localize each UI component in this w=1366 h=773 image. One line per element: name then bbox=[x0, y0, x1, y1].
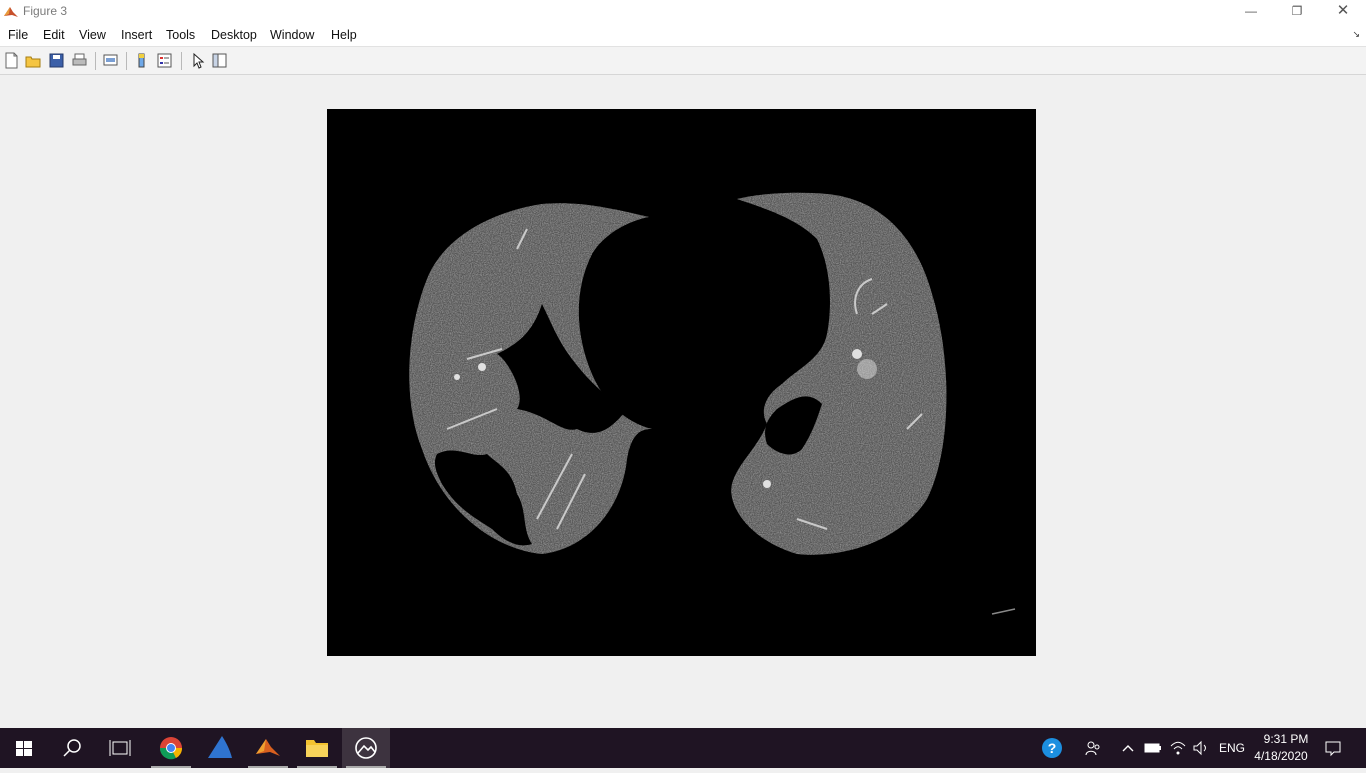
photos-icon bbox=[355, 737, 377, 759]
people-icon[interactable] bbox=[1084, 739, 1102, 757]
menu-tools[interactable]: Tools bbox=[166, 28, 195, 42]
wifi-icon[interactable] bbox=[1169, 740, 1187, 756]
edit-plot-pointer-icon[interactable] bbox=[189, 52, 206, 69]
artifact-mark bbox=[991, 608, 1016, 615]
start-button[interactable] bbox=[0, 728, 48, 768]
clock-time: 9:31 PM bbox=[1263, 732, 1309, 746]
toolbar-separator bbox=[95, 52, 96, 70]
menu-view[interactable]: View bbox=[79, 28, 106, 42]
close-icon: ✕ bbox=[1336, 2, 1350, 19]
matlab-logo-icon bbox=[4, 7, 18, 17]
photos-app[interactable] bbox=[342, 728, 390, 768]
menu-file[interactable]: File bbox=[8, 28, 28, 42]
title-bar: Figure 3 — ❐ ✕ bbox=[0, 0, 1366, 24]
notification-center-icon[interactable] bbox=[1324, 739, 1342, 757]
menu-desktop[interactable]: Desktop bbox=[211, 28, 257, 42]
search-icon bbox=[63, 739, 81, 757]
file-explorer-icon bbox=[306, 740, 328, 757]
menu-insert[interactable]: Insert bbox=[121, 28, 152, 42]
help-icon[interactable]: ? bbox=[1041, 737, 1063, 759]
colorbar-icon[interactable] bbox=[133, 52, 150, 69]
minimize-button[interactable]: — bbox=[1228, 0, 1274, 24]
minimize-icon: — bbox=[1245, 4, 1257, 18]
toolbar-separator bbox=[181, 52, 182, 70]
close-button[interactable]: ✕ bbox=[1320, 0, 1366, 24]
show-hidden-icons-icon[interactable] bbox=[1121, 742, 1135, 754]
svg-text:?: ? bbox=[1048, 740, 1057, 756]
chrome-icon bbox=[159, 737, 183, 760]
toolbar-separator bbox=[126, 52, 127, 70]
ct-lung-image bbox=[409, 192, 1016, 615]
matlab-icon bbox=[256, 739, 280, 756]
language-indicator[interactable]: ENG bbox=[1219, 728, 1245, 768]
menu-help[interactable]: Help bbox=[331, 28, 357, 42]
image-axes[interactable] bbox=[327, 109, 1036, 656]
link-plot-icon[interactable] bbox=[102, 52, 119, 69]
start-icon bbox=[16, 741, 32, 756]
property-inspector-icon[interactable] bbox=[211, 52, 228, 69]
clock-date: 4/18/2020 bbox=[1254, 749, 1308, 763]
save-icon[interactable] bbox=[48, 52, 65, 69]
app-shark-icon bbox=[208, 736, 232, 758]
menu-window[interactable]: Window bbox=[270, 28, 314, 42]
menu-edit[interactable]: Edit bbox=[43, 28, 65, 42]
legend-icon[interactable] bbox=[156, 52, 173, 69]
restore-button[interactable]: ❐ bbox=[1274, 0, 1320, 24]
file-explorer-app[interactable] bbox=[293, 728, 341, 768]
dock-figure-icon[interactable]: ↘ bbox=[1352, 29, 1360, 40]
search-button[interactable] bbox=[48, 728, 96, 768]
task-view-button[interactable] bbox=[96, 728, 144, 768]
menu-bar: File Edit View Insert Tools Desktop Wind… bbox=[0, 24, 1366, 47]
battery-icon[interactable] bbox=[1144, 741, 1162, 755]
taskbar: ? ENG 9:31 PM 4/18/2020 bbox=[0, 728, 1366, 768]
matlab-app[interactable] bbox=[244, 728, 292, 768]
print-icon[interactable] bbox=[71, 52, 88, 69]
shark-app[interactable] bbox=[196, 728, 244, 768]
figure-toolbar bbox=[0, 47, 1366, 75]
open-file-icon[interactable] bbox=[25, 52, 42, 69]
task-view-icon bbox=[109, 740, 131, 756]
restore-icon: ❐ bbox=[1291, 4, 1303, 18]
window-title: Figure 3 bbox=[23, 4, 68, 18]
new-figure-icon[interactable] bbox=[3, 52, 20, 69]
volume-icon[interactable] bbox=[1192, 740, 1210, 756]
chrome-app[interactable] bbox=[147, 728, 195, 768]
